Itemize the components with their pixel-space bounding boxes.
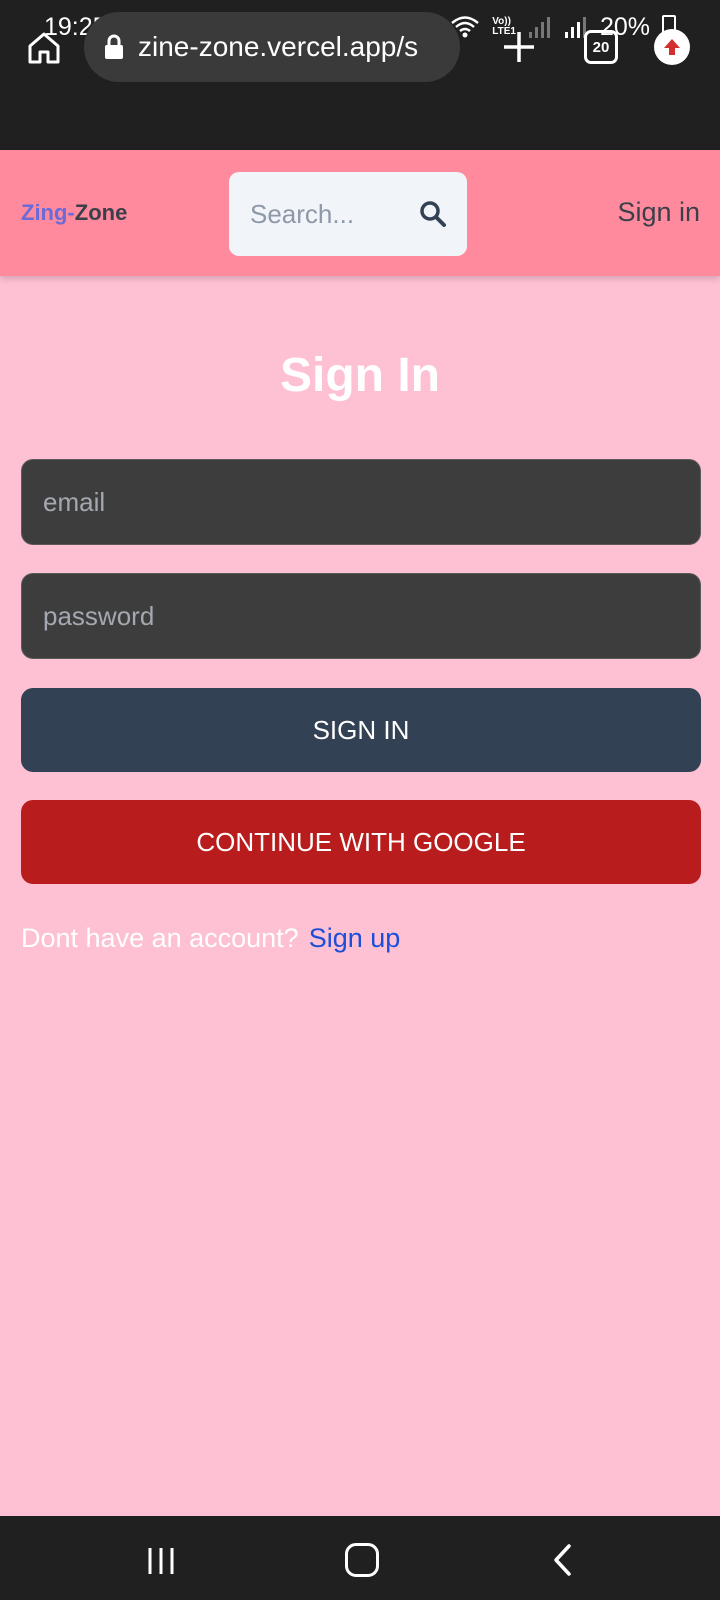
recents-icon[interactable]	[146, 1546, 176, 1576]
back-icon[interactable]	[551, 1543, 575, 1577]
search-box	[229, 172, 467, 256]
address-bar[interactable]: zine-zone.vercel.app/s	[84, 12, 460, 82]
search-input[interactable]	[250, 198, 400, 230]
home-icon[interactable]	[24, 28, 64, 68]
account-prompt-text: Dont have an account?	[21, 923, 299, 953]
search-icon[interactable]	[419, 200, 447, 228]
tab-switcher-button[interactable]: 20	[584, 30, 618, 64]
google-signin-button[interactable]: CONTINUE WITH GOOGLE	[21, 800, 701, 884]
arrow-up-icon	[664, 39, 680, 55]
header-signin-link[interactable]: Sign in	[617, 197, 700, 228]
home-nav-icon[interactable]	[345, 1543, 379, 1577]
account-prompt-line: Dont have an account? Sign up	[21, 923, 400, 954]
page-title: Sign In	[280, 349, 440, 402]
lock-icon	[105, 34, 123, 59]
update-button[interactable]	[654, 29, 690, 65]
signin-button[interactable]: SIGN IN	[21, 688, 701, 772]
email-field[interactable]	[21, 459, 701, 545]
logo-part-1: Zing-	[21, 200, 75, 225]
new-tab-icon[interactable]	[500, 28, 538, 66]
url-text: zine-zone.vercel.app/s	[138, 31, 419, 62]
password-field[interactable]	[21, 573, 701, 659]
logo[interactable]: Zing-Zone	[21, 200, 127, 226]
tab-count: 20	[592, 38, 610, 56]
logo-part-2: Zone	[74, 200, 128, 225]
signup-link[interactable]: Sign up	[309, 923, 401, 953]
